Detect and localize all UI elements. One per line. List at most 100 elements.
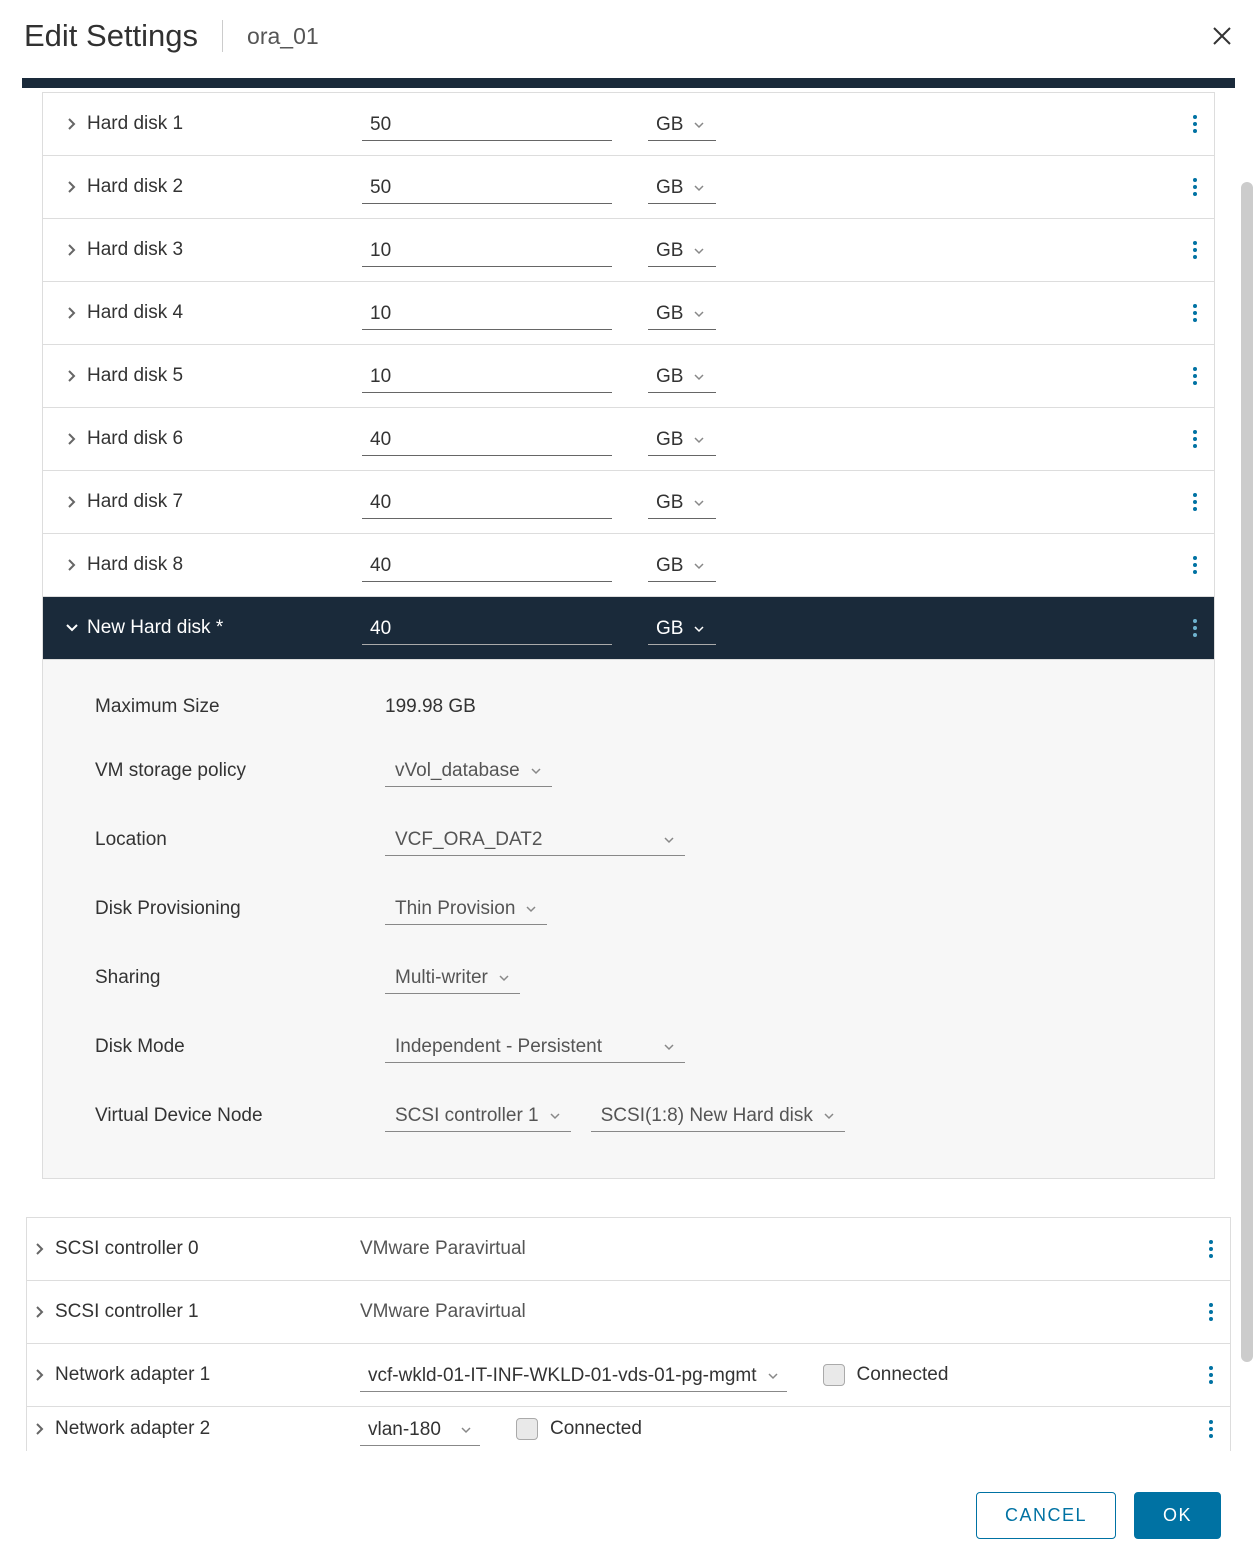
chevron-right-icon[interactable]: [65, 243, 79, 257]
kebab-icon[interactable]: [1204, 1415, 1218, 1443]
disk-unit-select[interactable]: GB: [648, 171, 716, 204]
disk-mode-select[interactable]: Independent - Persistent: [385, 1030, 685, 1063]
sharing-select[interactable]: Multi-writer: [385, 961, 520, 994]
scrollbar-thumb[interactable]: [1241, 182, 1253, 1362]
dialog-header: Edit Settings ora_01: [0, 0, 1257, 78]
kebab-icon[interactable]: [1188, 110, 1202, 138]
dialog-subtitle: ora_01: [247, 23, 319, 50]
scsi-0-label: SCSI controller 0: [55, 1238, 199, 1260]
disk-unit-select[interactable]: GB: [648, 297, 716, 330]
scsi-controller-1-row[interactable]: SCSI controller 1 VMware Paravirtual: [27, 1281, 1230, 1344]
disk-label: Hard disk 4: [87, 302, 183, 324]
net-2-select[interactable]: vlan-180: [360, 1413, 480, 1446]
disk-size-input[interactable]: [362, 297, 612, 330]
scsi-1-label: SCSI controller 1: [55, 1301, 199, 1323]
vdn-slot-select[interactable]: SCSI(1:8) New Hard disk: [591, 1099, 845, 1132]
disk-size-input[interactable]: [362, 171, 612, 204]
chevron-right-icon[interactable]: [65, 369, 79, 383]
chevron-down-icon[interactable]: [65, 621, 79, 635]
net-1-label: Network adapter 1: [55, 1364, 210, 1386]
chevron-right-icon[interactable]: [65, 306, 79, 320]
scroll-area[interactable]: Hard disk 1 GB Hard disk 2 GB Hard disk …: [22, 92, 1235, 1464]
chevron-right-icon[interactable]: [65, 495, 79, 509]
disk-size-input[interactable]: [362, 360, 612, 393]
hard-disk-row[interactable]: Hard disk 3 GB: [43, 219, 1214, 282]
kebab-icon[interactable]: [1188, 488, 1202, 516]
max-size-label: Maximum Size: [95, 696, 385, 718]
storage-policy-label: VM storage policy: [95, 760, 385, 782]
kebab-icon[interactable]: [1204, 1298, 1218, 1326]
chevron-right-icon[interactable]: [33, 1422, 47, 1436]
disk-label: Hard disk 2: [87, 176, 183, 198]
disk-unit-select[interactable]: GB: [648, 108, 716, 141]
new-hard-disk-row[interactable]: New Hard disk * GB: [43, 597, 1214, 660]
chevron-right-icon[interactable]: [33, 1305, 47, 1319]
ok-button[interactable]: OK: [1134, 1492, 1221, 1539]
chevron-right-icon[interactable]: [33, 1242, 47, 1256]
close-icon[interactable]: [1211, 25, 1233, 47]
storage-policy-select[interactable]: vVol_database: [385, 754, 552, 787]
disk-size-input[interactable]: [362, 486, 612, 519]
storage-policy-row: VM storage policy vVol_database: [43, 736, 1214, 805]
disk-unit-select[interactable]: GB: [648, 360, 716, 393]
new-disk-label: New Hard disk *: [87, 617, 223, 639]
vdn-controller-select[interactable]: SCSI controller 1: [385, 1099, 571, 1132]
kebab-icon[interactable]: [1204, 1361, 1218, 1389]
network-adapter-1-row[interactable]: Network adapter 1 vcf-wkld-01-IT-INF-WKL…: [27, 1344, 1230, 1407]
scsi-1-value: VMware Paravirtual: [360, 1301, 526, 1323]
network-adapter-2-row[interactable]: Network adapter 2 vlan-180 Connected: [27, 1407, 1230, 1451]
chevron-right-icon[interactable]: [65, 432, 79, 446]
disk-provisioning-select[interactable]: Thin Provision: [385, 892, 547, 925]
connected-checkbox[interactable]: [823, 1364, 845, 1386]
hard-disk-row[interactable]: Hard disk 7 GB: [43, 471, 1214, 534]
disk-label: Hard disk 8: [87, 554, 183, 576]
disk-size-input[interactable]: [362, 423, 612, 456]
max-size-value: 199.98 GB: [385, 696, 476, 718]
disk-unit-select[interactable]: GB: [648, 423, 716, 456]
location-select[interactable]: VCF_ORA_DAT2: [385, 823, 685, 856]
connected-label: Connected: [550, 1418, 642, 1440]
kebab-icon[interactable]: [1188, 614, 1202, 642]
net-1-select[interactable]: vcf-wkld-01-IT-INF-WKLD-01-vds-01-pg-mgm…: [360, 1359, 787, 1392]
max-size-row: Maximum Size 199.98 GB: [43, 678, 1214, 736]
disk-label: Hard disk 5: [87, 365, 183, 387]
hard-disk-row[interactable]: Hard disk 1 GB: [43, 93, 1214, 156]
disk-size-input[interactable]: [362, 108, 612, 141]
hard-disk-row[interactable]: Hard disk 8 GB: [43, 534, 1214, 597]
new-disk-details: Maximum Size 199.98 GB VM storage policy…: [43, 660, 1214, 1179]
hard-disk-row[interactable]: Hard disk 4 GB: [43, 282, 1214, 345]
kebab-icon[interactable]: [1204, 1235, 1218, 1263]
new-disk-unit-select[interactable]: GB: [648, 612, 716, 645]
kebab-icon[interactable]: [1188, 551, 1202, 579]
top-bar: [22, 78, 1235, 88]
kebab-icon[interactable]: [1188, 299, 1202, 327]
kebab-icon[interactable]: [1188, 173, 1202, 201]
disk-provisioning-row: Disk Provisioning Thin Provision: [43, 874, 1214, 943]
chevron-right-icon[interactable]: [65, 117, 79, 131]
disk-unit-select[interactable]: GB: [648, 234, 716, 267]
kebab-icon[interactable]: [1188, 236, 1202, 264]
kebab-icon[interactable]: [1188, 425, 1202, 453]
header-separator: [222, 20, 223, 52]
kebab-icon[interactable]: [1188, 362, 1202, 390]
disk-label: Hard disk 7: [87, 491, 183, 513]
connected-label: Connected: [857, 1364, 949, 1386]
connected-checkbox[interactable]: [516, 1418, 538, 1440]
edit-settings-dialog: Edit Settings ora_01 Hard disk 1 GB Hard…: [0, 0, 1257, 1567]
disk-unit-select[interactable]: GB: [648, 549, 716, 582]
hard-disk-row[interactable]: Hard disk 5 GB: [43, 345, 1214, 408]
scsi-controller-0-row[interactable]: SCSI controller 0 VMware Paravirtual: [27, 1218, 1230, 1281]
disk-size-input[interactable]: [362, 234, 612, 267]
new-disk-size-input[interactable]: [362, 612, 612, 645]
hard-disk-row[interactable]: Hard disk 2 GB: [43, 156, 1214, 219]
disk-mode-label: Disk Mode: [95, 1036, 385, 1058]
cancel-button[interactable]: CANCEL: [976, 1492, 1116, 1539]
chevron-right-icon[interactable]: [65, 558, 79, 572]
disks-panel: Hard disk 1 GB Hard disk 2 GB Hard disk …: [42, 92, 1215, 1179]
disk-size-input[interactable]: [362, 549, 612, 582]
chevron-right-icon[interactable]: [65, 180, 79, 194]
virtual-device-node-label: Virtual Device Node: [95, 1105, 385, 1127]
chevron-right-icon[interactable]: [33, 1368, 47, 1382]
disk-unit-select[interactable]: GB: [648, 486, 716, 519]
hard-disk-row[interactable]: Hard disk 6 GB: [43, 408, 1214, 471]
